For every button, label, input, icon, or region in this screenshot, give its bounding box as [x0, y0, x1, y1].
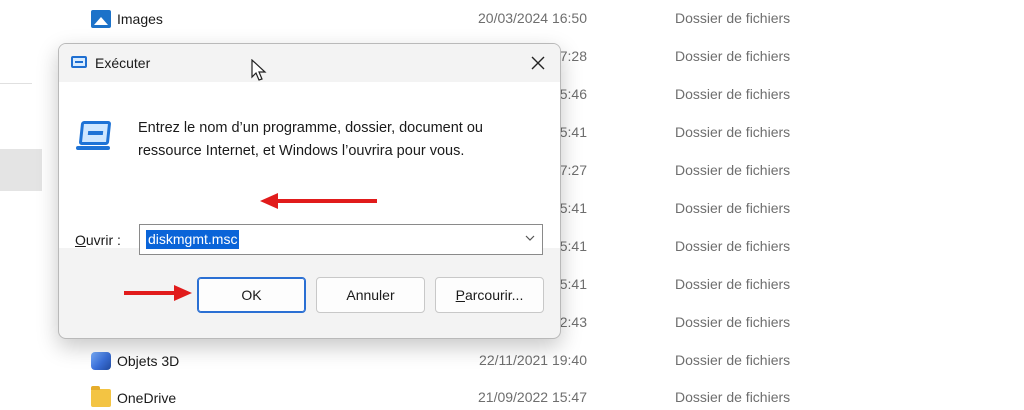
dialog-title: Exécuter — [95, 55, 151, 71]
images-icon — [91, 10, 111, 28]
file-name-cell: Objets 3D — [91, 351, 179, 371]
file-type: Dossier de fichiers — [675, 10, 791, 26]
browse-button[interactable]: Parcourir... — [435, 277, 544, 313]
file-name-cell: OneDrive — [91, 386, 177, 408]
file-type: Dossier de fichiers — [675, 389, 791, 405]
arrow-shaft — [124, 291, 176, 295]
open-label-text: uvrir : — [85, 232, 121, 248]
browse-accelerator: P — [455, 287, 465, 303]
arrow-shaft — [276, 199, 377, 203]
file-name: Images — [117, 11, 163, 27]
dialog-titlebar[interactable]: Exécuter — [59, 44, 560, 82]
run-icon-base — [76, 146, 110, 150]
file-row[interactable]: OneDrive 21/09/2022 15:47 Dossier de fic… — [0, 379, 1024, 410]
close-icon — [531, 56, 545, 70]
run-app-icon — [71, 56, 87, 68]
instruction-text: Entrez le nom d’un programme, dossier, d… — [138, 120, 483, 159]
browse-label: arcourir... — [464, 287, 524, 303]
file-type: Dossier de fichiers — [675, 200, 791, 216]
file-name-cell: Images — [91, 9, 163, 29]
3d-objects-icon — [91, 352, 111, 370]
run-icon — [76, 121, 112, 151]
file-type: Dossier de fichiers — [675, 314, 791, 330]
file-type: Dossier de fichiers — [675, 238, 791, 254]
open-input-value[interactable]: diskmgmt.msc — [146, 230, 240, 249]
folder-icon — [91, 386, 111, 407]
open-label-accelerator: O — [75, 232, 86, 248]
cancel-button[interactable]: Annuler — [316, 277, 425, 313]
file-type: Dossier de fichiers — [675, 48, 791, 64]
dialog-content: Entrez le nom d’un programme, dossier, d… — [59, 82, 560, 255]
file-date: 21/09/2022 15:47 — [478, 389, 587, 405]
arrow-head-right — [174, 285, 192, 301]
chevron-down-icon[interactable] — [524, 232, 536, 247]
file-type: Dossier de fichiers — [675, 86, 791, 102]
open-combobox[interactable]: diskmgmt.msc — [139, 224, 543, 255]
file-row[interactable]: Images 20/03/2024 16:50 Dossier de fichi… — [0, 0, 1024, 38]
close-button[interactable] — [522, 48, 554, 78]
file-type: Dossier de fichiers — [675, 162, 791, 178]
mouse-cursor-icon — [251, 59, 267, 81]
open-label: Ouvrir : — [75, 232, 121, 248]
file-row[interactable]: Objets 3D 22/11/2021 19:40 Dossier de fi… — [0, 342, 1024, 380]
ok-button[interactable]: OK — [197, 277, 306, 313]
file-date: 20/03/2024 16:50 — [478, 10, 587, 26]
file-type: Dossier de fichiers — [675, 352, 791, 368]
file-type: Dossier de fichiers — [675, 276, 791, 292]
file-name: Objets 3D — [117, 353, 180, 369]
run-icon-screen — [78, 121, 112, 145]
file-type: Dossier de fichiers — [675, 124, 791, 140]
file-date: 22/11/2021 19:40 — [479, 352, 587, 368]
file-name: OneDrive — [117, 390, 177, 406]
